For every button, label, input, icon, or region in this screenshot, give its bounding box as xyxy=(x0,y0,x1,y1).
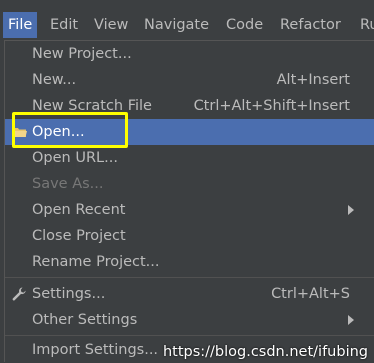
annotation-highlight-box xyxy=(12,112,128,148)
menu-bar: File Edit View Navigate Code Refactor Ru xyxy=(0,0,374,40)
menu-refactor[interactable]: Refactor xyxy=(275,12,346,38)
menu-separator xyxy=(5,277,374,278)
menu-item-label: Open Recent xyxy=(32,202,126,218)
menu-item-new-project[interactable]: New Project... xyxy=(5,41,374,67)
menu-item-label: Import Settings... xyxy=(32,342,159,358)
menu-code[interactable]: Code xyxy=(221,12,268,38)
menu-item-label: Open URL... xyxy=(32,150,118,166)
menu-item-label: Settings... xyxy=(32,286,106,302)
menu-file-label: File xyxy=(8,17,33,33)
menu-code-label: Code xyxy=(226,17,264,33)
menu-view-label: View xyxy=(94,17,129,33)
menu-item-close-project[interactable]: Close Project xyxy=(5,223,374,249)
menu-item-label: Other Settings xyxy=(32,312,138,328)
menu-navigate-label: Navigate xyxy=(144,17,210,33)
menu-item-label: New Project... xyxy=(32,46,132,62)
menu-item-shortcut: Ctrl+Alt+S xyxy=(271,286,350,302)
menu-run[interactable]: Ru xyxy=(355,12,374,38)
menu-item-shortcut: Alt+Insert xyxy=(276,72,350,88)
menu-file[interactable]: File xyxy=(3,12,38,38)
menu-run-label: Ru xyxy=(360,17,374,33)
menu-navigate[interactable]: Navigate xyxy=(139,12,214,38)
menu-item-open-url[interactable]: Open URL... xyxy=(5,145,374,171)
menu-item-other-settings[interactable]: Other Settings xyxy=(5,307,374,333)
watermark-text: https://blog.csdn.net/ifubing xyxy=(162,344,368,360)
menu-item-new[interactable]: New... Alt+Insert xyxy=(5,67,374,93)
menu-edit-label: Edit xyxy=(50,17,79,33)
menu-item-shortcut: Ctrl+Alt+Shift+Insert xyxy=(193,98,350,114)
menu-edit[interactable]: Edit xyxy=(45,12,83,38)
menu-item-settings[interactable]: Settings... Ctrl+Alt+S xyxy=(5,281,374,307)
menu-view[interactable]: View xyxy=(89,12,133,38)
menu-item-open-recent[interactable]: Open Recent xyxy=(5,197,374,223)
menu-item-label: Close Project xyxy=(32,228,126,244)
menu-separator xyxy=(5,335,374,336)
menu-item-label: Rename Project... xyxy=(32,254,160,270)
menu-item-save-as: Save As... xyxy=(5,171,374,197)
submenu-arrow-icon xyxy=(348,315,354,325)
menu-item-rename-project[interactable]: Rename Project... xyxy=(5,249,374,275)
submenu-arrow-icon xyxy=(348,205,354,215)
file-menu-dropdown: New Project... New... Alt+Insert New Scr… xyxy=(4,40,374,362)
menu-item-label: Save As... xyxy=(32,176,104,192)
menu-refactor-label: Refactor xyxy=(280,17,341,33)
menu-item-label: New... xyxy=(32,72,77,88)
wrench-icon xyxy=(12,287,26,301)
